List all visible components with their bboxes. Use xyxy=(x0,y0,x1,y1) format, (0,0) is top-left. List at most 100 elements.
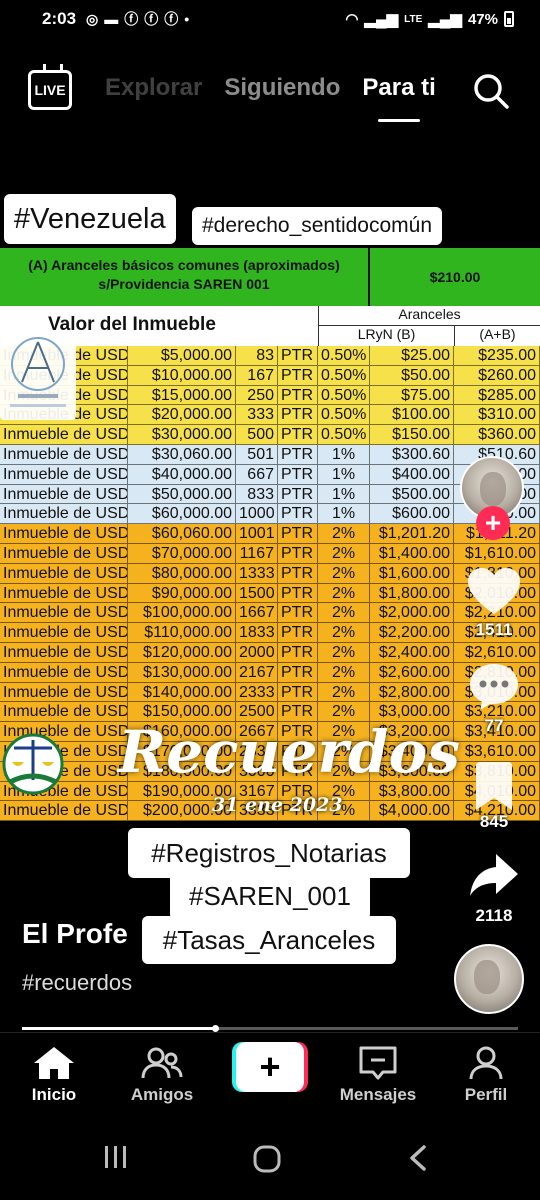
table-cell-pct: 1% xyxy=(318,464,370,484)
table-cell-unit: PTR xyxy=(278,464,318,484)
bookmark-icon[interactable] xyxy=(466,760,522,812)
whatsapp-icon: ◎ xyxy=(86,10,99,27)
table-row: Inmueble de USD$20,000.00333PTR0.50%$100… xyxy=(0,405,540,426)
recents-icon[interactable] xyxy=(102,1144,130,1170)
table-cell-ab: $235.00 xyxy=(454,346,540,365)
table-cell-ptr: 2000 xyxy=(236,642,278,662)
table-cell-usd: $130,000.00 xyxy=(128,662,236,682)
live-label: LIVE xyxy=(34,82,66,98)
table-cell-ab: $260.00 xyxy=(454,365,540,385)
caption-tag[interactable]: #Registros_Notarias xyxy=(128,828,410,878)
table-cell-b: $150.00 xyxy=(370,425,454,444)
table-cell-label: Inmueble de USD xyxy=(0,425,128,444)
battery-icon xyxy=(504,11,514,27)
section-value: $210.00 xyxy=(429,269,481,285)
table-cell-usd: $60,060.00 xyxy=(128,524,236,543)
caption-hashtag[interactable]: #recuerdos xyxy=(22,970,132,996)
table-cell-ab: $285.00 xyxy=(454,385,540,405)
status-bar: 2:03 ◎ ▬ ⓕ ⓕ ⓕ • ◠ ▂▄▆ LTE ▂▄▆ 47% xyxy=(0,0,540,38)
heart-icon[interactable] xyxy=(466,566,522,618)
table-cell-pct: 2% xyxy=(318,662,370,682)
friends-icon xyxy=(141,1047,183,1079)
table-cell-b: $300.60 xyxy=(370,444,454,464)
memories-date: 31 ene 2023 xyxy=(212,794,343,816)
table-cell-pct: 2% xyxy=(318,543,370,563)
table-cell-usd: $60,000.00 xyxy=(128,504,236,524)
back-icon[interactable] xyxy=(406,1144,430,1172)
table-cell-label: Inmueble de USD xyxy=(0,662,128,682)
share-count: 2118 xyxy=(475,906,513,925)
table-cell-pct: 2% xyxy=(318,524,370,543)
column-header: LRyN (B) xyxy=(318,326,454,346)
table-cell-unit: PTR xyxy=(278,682,318,702)
signal-icon: ▂▄▆ xyxy=(364,11,399,28)
table-cell-ptr: 2167 xyxy=(236,662,278,682)
tab-explorar[interactable]: Explorar xyxy=(105,74,202,102)
author-name[interactable]: El Profe xyxy=(22,918,128,950)
table-cell-b: $2,400.00 xyxy=(370,642,454,662)
table-cell-b: $2,000.00 xyxy=(370,603,454,623)
table-cell-b: $1,800.00 xyxy=(370,583,454,603)
table-cell-usd: $50,000.00 xyxy=(128,484,236,504)
facebook-icon: ⓕ xyxy=(124,11,139,27)
table-cell-ptr: 501 xyxy=(236,444,278,464)
table-cell-b: $100.00 xyxy=(370,405,454,425)
table-cell-unit: PTR xyxy=(278,365,318,385)
search-icon[interactable] xyxy=(472,72,510,110)
table-cell-label: Inmueble de USD xyxy=(0,543,128,563)
comment-count: 77 xyxy=(484,716,504,735)
table-section-header: (A) Aranceles básicos comunes (aproximad… xyxy=(0,248,540,306)
table-cell-pct: 0.50% xyxy=(318,405,370,425)
table-row: Inmueble de USD $80,000.00 1333 PTR 2% $1,600… xyxy=(0,563,540,584)
table-cell-b: $2,600.00 xyxy=(370,662,454,682)
nav-inicio[interactable]: Inicio xyxy=(4,1041,104,1105)
table-cell-pct: 0.50% xyxy=(318,346,370,365)
table-row: Inmueble de USD $70,000.00 1167 PTR 2% $1,400… xyxy=(0,543,540,564)
table-cell-pct: 0.50% xyxy=(318,365,370,385)
table-cell-b: $4,000.00 xyxy=(370,801,454,821)
sound-avatar[interactable] xyxy=(454,944,524,1014)
table-cell-pct: 2% xyxy=(318,583,370,603)
table-cell-ptr: 1000 xyxy=(236,504,278,524)
table-cell-b: $25.00 xyxy=(370,346,454,365)
table-cell-pct: 2% xyxy=(318,682,370,702)
table-cell-unit: PTR xyxy=(278,603,318,623)
comment-icon[interactable] xyxy=(466,660,522,712)
table-cell-label: Inmueble de USD xyxy=(0,623,128,642)
network-type: LTE xyxy=(404,13,423,25)
share-icon[interactable] xyxy=(466,850,522,902)
table-cell-ptr: 167 xyxy=(236,365,278,385)
battery-percent: 47% xyxy=(467,10,498,28)
nav-amigos[interactable]: Amigos xyxy=(112,1041,212,1105)
video-progress-bar[interactable] xyxy=(22,1025,518,1032)
table-row: Inmueble de USD $120,000.00 2000 PTR 2% $2,40… xyxy=(0,642,540,663)
inbox-icon xyxy=(359,1046,397,1080)
create-button[interactable]: + xyxy=(232,1042,308,1092)
table-cell-ptr: 1500 xyxy=(236,583,278,603)
progress-knob[interactable] xyxy=(212,1025,220,1032)
table-cell-b: $600.00 xyxy=(370,504,454,524)
live-icon[interactable]: LIVE xyxy=(28,70,72,110)
table-cell-usd: $5,000.00 xyxy=(128,346,236,365)
nav-perfil[interactable]: Perfil xyxy=(436,1041,536,1105)
table-cell-unit: PTR xyxy=(278,504,318,524)
nav-mensajes[interactable]: Mensajes xyxy=(328,1041,428,1105)
table-cell-usd: $15,000.00 xyxy=(128,385,236,405)
table-cell-usd: $30,000.00 xyxy=(128,425,236,444)
table-cell-label: Inmueble de USD xyxy=(0,563,128,583)
home-button-icon[interactable] xyxy=(252,1144,282,1174)
table-cell-pct: 2% xyxy=(318,642,370,662)
follow-plus-icon[interactable]: + xyxy=(476,506,510,540)
tab-siguiendo[interactable]: Siguiendo xyxy=(224,74,340,102)
section-title: (A) Aranceles básicos comunes (aproximad… xyxy=(0,248,370,306)
notary-logo xyxy=(0,330,76,420)
table-cell-b: $1,400.00 xyxy=(370,543,454,563)
nav-label: Mensajes xyxy=(339,1085,417,1104)
overlay-tag: #Venezuela xyxy=(4,194,176,244)
caption-tag[interactable]: #SAREN_001 xyxy=(170,872,370,920)
tab-para-ti[interactable]: Para ti xyxy=(362,74,436,122)
table-cell-label: Inmueble de USD xyxy=(0,504,128,524)
caption-tag[interactable]: #Tasas_Aranceles xyxy=(142,916,396,964)
table-cell-usd: $80,000.00 xyxy=(128,563,236,583)
table-cell-ptr: 2333 xyxy=(236,682,278,702)
